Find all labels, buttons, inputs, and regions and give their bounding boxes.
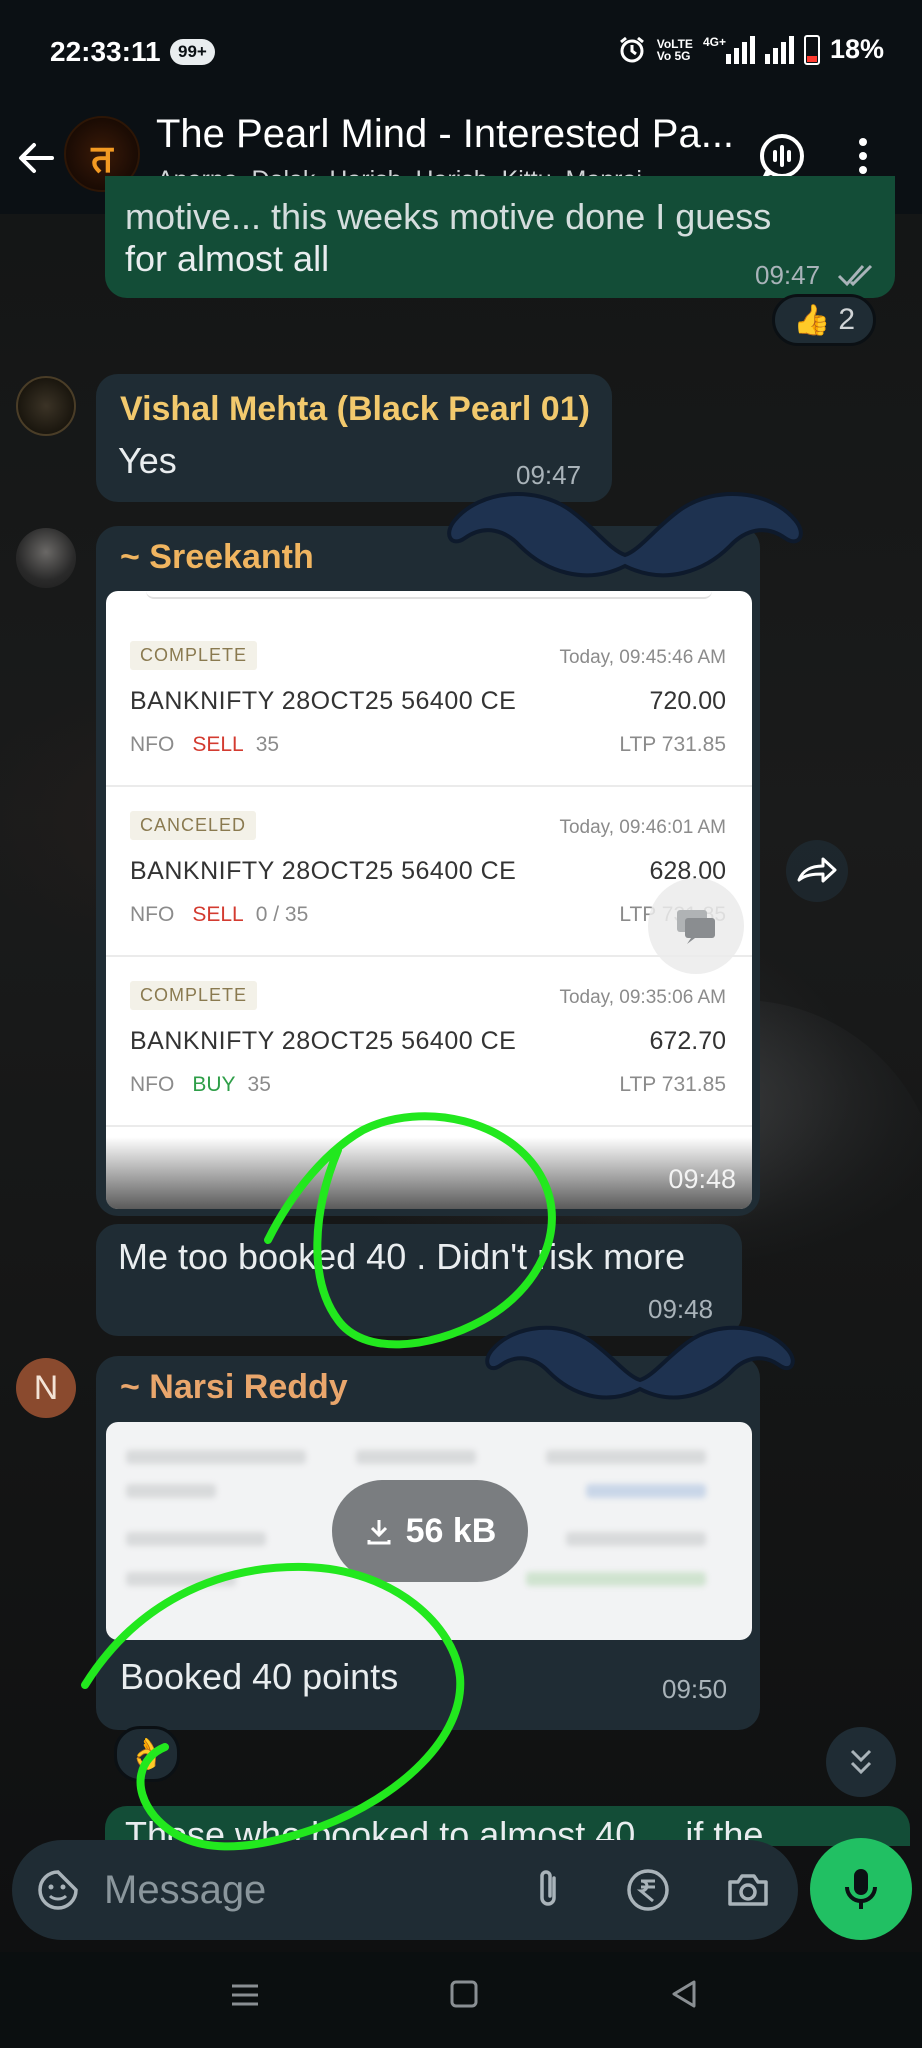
message-time: 09:47	[755, 260, 821, 290]
home-icon[interactable]	[448, 1978, 480, 2015]
attach-icon[interactable]	[524, 1866, 572, 1914]
system-nav-bar	[0, 1952, 922, 2048]
voice-record-button[interactable]	[810, 1838, 912, 1940]
message-time: 09:48	[648, 1294, 714, 1324]
order-instrument: BANKNIFTY 28OCT25 56400 CE	[130, 857, 517, 885]
scroll-to-bottom-button[interactable]	[826, 1727, 896, 1797]
volte-indicator: VoLTE Vo 5G	[656, 36, 693, 63]
microphone-icon	[845, 1869, 877, 1909]
message-bubble-outgoing[interactable]: motive... this weeks motive done I guess…	[105, 176, 895, 298]
order-instrument: BANKNIFTY 28OCT25 56400 CE	[130, 687, 517, 715]
order-price: 672.70	[649, 1027, 726, 1055]
image-gradient	[106, 1119, 752, 1209]
order-meta: NFO BUY 35	[130, 1073, 271, 1096]
message-text: Yes	[118, 440, 177, 481]
download-icon	[367, 1520, 391, 1545]
order-ltp: LTP 731.85	[619, 1073, 726, 1096]
alarm-icon	[619, 36, 644, 62]
message-input[interactable]	[104, 1862, 504, 1918]
signal-sim1: 4G+	[703, 35, 755, 64]
download-button[interactable]: 56 kB	[332, 1480, 528, 1582]
camera-icon[interactable]	[724, 1866, 772, 1914]
reaction-badge[interactable]: 👍 2	[772, 294, 876, 346]
sticker-icon[interactable]	[34, 1866, 82, 1914]
order-instrument: BANKNIFTY 28OCT25 56400 CE	[130, 1027, 517, 1055]
order-status-badge: COMPLETE	[130, 641, 258, 670]
order-price: 720.00	[649, 687, 726, 715]
sender-name[interactable]: ~ Sreekanth	[120, 538, 314, 577]
signal-bars-icon	[725, 35, 755, 64]
chat-overlay-icon[interactable]	[648, 878, 744, 974]
battery-icon	[803, 34, 820, 65]
read-receipt-icon	[837, 264, 873, 287]
message-composer	[12, 1840, 798, 1940]
back-nav-icon[interactable]	[668, 1978, 700, 2015]
message-text: for almost all	[125, 238, 330, 279]
order-row: COMPLETE Today, 09:45:46 AM BANKNIFTY 28…	[106, 619, 752, 787]
battery-percent: 18%	[829, 34, 884, 64]
avatar[interactable]	[16, 376, 76, 436]
status-bar: 22:33:11 99+ VoLTE Vo 5G 4G+ 18%	[0, 0, 922, 108]
message-text: Booked 40 points	[120, 1656, 399, 1697]
signal-sim2-icon	[764, 35, 794, 64]
forward-icon[interactable]	[786, 840, 848, 902]
group-name[interactable]: The Pearl Mind - Interested Pa...	[156, 112, 736, 157]
voice-chat-icon[interactable]	[756, 130, 808, 182]
status-icons: VoLTE Vo 5G 4G+ 18%	[617, 34, 884, 65]
notification-count-badge: 99+	[170, 39, 215, 65]
order-meta: NFO SELL 35	[130, 733, 280, 756]
message-bubble-incoming[interactable]: Vishal Mehta (Black Pearl 01) Yes 09:47	[96, 374, 612, 502]
order-status-badge: CANCELED	[130, 811, 257, 840]
order-timestamp: Today, 09:45:46 AM	[559, 647, 726, 668]
message-text: Me too booked 40 . Didn't risk more	[118, 1236, 686, 1277]
message-time: 09:48	[668, 1164, 736, 1194]
order-row: COMPLETE Today, 09:35:06 AM BANKNIFTY 28…	[106, 959, 752, 1127]
message-bubble-incoming[interactable]: Me too booked 40 . Didn't risk more 09:4…	[96, 1224, 742, 1336]
order-timestamp: Today, 09:35:06 AM	[559, 987, 726, 1008]
message-time: 09:50	[662, 1674, 728, 1704]
order-timestamp: Today, 09:46:01 AM	[559, 817, 726, 838]
order-status-badge: COMPLETE	[130, 981, 258, 1010]
avatar[interactable]	[16, 528, 76, 588]
back-arrow-icon[interactable]	[14, 136, 58, 180]
status-time: 22:33:11	[50, 36, 161, 67]
file-size: 56 kB	[405, 1511, 497, 1550]
image-attachment[interactable]: 56 kB	[106, 1422, 752, 1640]
message-time: 09:47	[516, 460, 582, 490]
reaction-badge[interactable]: 👌	[114, 1726, 180, 1782]
image-top-edge	[146, 591, 712, 599]
sender-name[interactable]: Vishal Mehta (Black Pearl 01)	[120, 390, 590, 429]
payment-icon[interactable]	[624, 1866, 672, 1914]
avatar[interactable]: N	[16, 1358, 76, 1418]
message-text: motive... this weeks motive done I guess	[125, 196, 772, 237]
sender-name[interactable]: ~ Narsi Reddy	[120, 1368, 348, 1407]
order-meta: NFO SELL 0 / 35	[130, 903, 309, 926]
order-ltp: LTP 731.85	[619, 733, 726, 756]
more-options-icon[interactable]	[848, 130, 878, 182]
recent-apps-icon[interactable]	[228, 1978, 262, 2017]
double-chevron-down-icon	[850, 1749, 872, 1775]
